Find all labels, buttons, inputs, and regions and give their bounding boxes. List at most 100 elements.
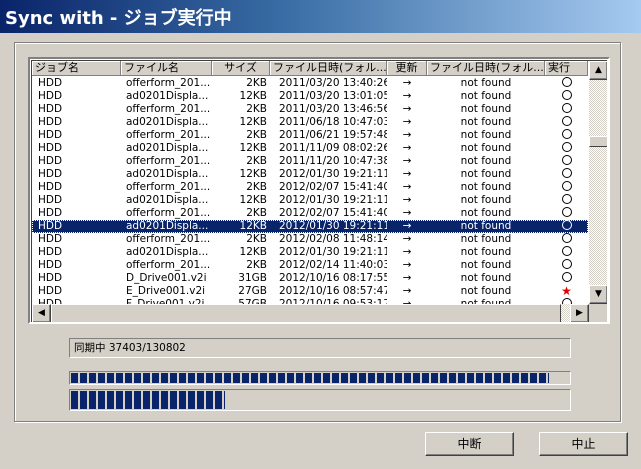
table-row[interactable]: HDD ad0201Displa... 12KB 2011/11/09 08:02:2… [32,142,588,155]
vertical-scroll-thumb[interactable] [589,136,607,147]
cell-size: 12KB [239,90,267,102]
table-row[interactable]: HDD offerform_201... 2KB 2012/02/07 15:41:4… [32,181,588,194]
table-row[interactable]: HDD D_Drive001.v2i 31GB 2012/10/16 08:17:55… [32,272,588,285]
title-bar: Sync with - ジョブ実行中 [0,0,641,33]
cell-file: D_Drive001.v2i [126,272,207,284]
column-header-run[interactable]: 実行 [545,61,588,76]
scroll-down-icon[interactable]: ▼ [589,285,607,304]
cell-run [545,129,588,142]
cell-file: offerform_201... [126,207,211,219]
overall-progress-bar [69,371,571,385]
cell-size: 2KB [246,77,267,89]
run-circle-icon [561,233,572,243]
cell-dest-date: not found [460,103,512,115]
list-header: ジョブ名 ファイル名 サイズ ファイル日時(フォル... 更新 ファイル日時(フ… [32,61,588,76]
column-header-source-date[interactable]: ファイル日時(フォル... [270,61,387,76]
run-circle-icon [561,116,572,126]
scroll-corner [589,304,607,322]
cell-file: offerform_201... [126,77,211,89]
current-progress-bar [69,389,571,411]
cell-job: HDD [38,129,63,141]
cell-run [545,90,588,103]
cell-source-date: 2011/03/20 13:01:05 [279,90,387,102]
column-header-file[interactable]: ファイル名 [121,61,212,76]
cell-run [545,77,588,90]
run-star-icon: ★ [561,285,572,298]
cell-file: ad0201Displa... [126,194,209,206]
column-header-job[interactable]: ジョブ名 [32,61,121,76]
table-row[interactable]: HDD ad0201Displa... 12KB 2012/01/30 19:21:1… [32,220,588,233]
cell-run [545,194,588,207]
cell-dest-date: not found [460,168,512,180]
cell-update: → [402,168,412,180]
cell-dest-date: not found [460,116,512,128]
column-header-dest-date[interactable]: ファイル日時(フォル... [427,61,545,76]
cell-job: HDD [38,142,63,154]
cell-size: 31GB [238,272,267,284]
cell-job: HDD [38,207,63,219]
run-circle-icon [561,155,572,165]
table-row[interactable]: HDD ad0201Displa... 12KB 2012/01/30 19:21:1… [32,168,588,181]
column-header-size[interactable]: サイズ [212,61,270,76]
horizontal-scrollbar[interactable]: ◀ ▶ [32,304,589,322]
cell-size: 2KB [246,233,267,245]
cell-run [545,259,588,272]
cell-job: HDD [38,233,63,245]
cell-dest-date: not found [460,233,512,245]
cell-dest-date: not found [460,181,512,193]
vertical-scrollbar[interactable]: ▲ ▼ [589,61,607,304]
table-row[interactable]: HDD ad0201Displa... 12KB 2012/01/30 19:21:1… [32,194,588,207]
cell-size: 12KB [239,220,267,232]
table-row[interactable]: HDD ad0201Displa... 12KB 2012/01/30 19:21:1… [32,246,588,259]
table-row[interactable]: HDD offerform_201... 2KB 2012/02/14 11:40:0… [32,259,588,272]
cell-source-date: 2011/03/20 13:46:56 [279,103,387,115]
cell-size: 2KB [246,259,267,271]
sync-status-text: 同期中 37403/130802 [69,338,571,358]
run-circle-icon [561,129,572,139]
job-file-list[interactable]: ジョブ名 ファイル名 サイズ ファイル日時(フォル... 更新 ファイル日時(フ… [28,57,610,324]
cell-dest-date: not found [460,155,512,167]
horizontal-scroll-thumb[interactable] [51,304,561,322]
window-title: Sync with - ジョブ実行中 [5,8,232,29]
cell-size: 12KB [239,142,267,154]
table-row[interactable]: HDD offerform_201... 2KB 2011/11/20 10:47:3… [32,155,588,168]
cell-file: ad0201Displa... [126,90,209,102]
cell-source-date: 2012/02/08 11:48:14 [279,233,387,245]
cell-dest-date: not found [460,77,512,89]
table-row[interactable]: HDD ad0201Displa... 12KB 2011/06/18 10:47:0… [32,116,588,129]
cell-source-date: 2012/02/07 15:41:40 [279,207,387,219]
cell-update: → [402,103,412,115]
table-row[interactable]: HDD offerform_201... 2KB 2011/03/20 13:40:2… [32,77,588,90]
cell-dest-date: not found [460,207,512,219]
pause-button[interactable]: 中断 [425,432,514,456]
cell-job: HDD [38,77,63,89]
cell-size: 2KB [246,181,267,193]
cell-update: → [402,233,412,245]
column-header-update[interactable]: 更新 [387,61,427,76]
table-row[interactable]: HDD offerform_201... 2KB 2011/06/21 19:57:4… [32,129,588,142]
cell-run [545,220,588,233]
overall-progress-fill [71,373,549,383]
table-row[interactable]: HDD offerform_201... 2KB 2012/02/07 15:41:4… [32,207,588,220]
cell-update: → [402,259,412,271]
run-circle-icon [561,90,572,100]
cell-run [545,233,588,246]
cell-size: 2KB [246,207,267,219]
cell-file: E_Drive001.v2i [126,285,206,297]
cell-file: ad0201Displa... [126,116,209,128]
table-row[interactable]: HDD offerform_201... 2KB 2012/02/08 11:48:1… [32,233,588,246]
table-row[interactable]: HDD ad0201Displa... 12KB 2011/03/20 13:01:0… [32,90,588,103]
cell-job: HDD [38,116,63,128]
cell-source-date: 2012/02/14 11:40:03 [279,259,387,271]
scroll-up-icon[interactable]: ▲ [589,61,607,80]
cell-run [545,116,588,129]
scroll-right-icon[interactable]: ▶ [570,304,589,322]
cell-dest-date: not found [460,90,512,102]
table-row[interactable]: HDD offerform_201... 2KB 2011/03/20 13:46:5… [32,103,588,116]
stop-button[interactable]: 中止 [539,432,628,456]
scroll-left-icon[interactable]: ◀ [32,304,51,322]
cell-source-date: 2012/01/30 19:21:11 [279,168,387,180]
table-row[interactable]: HDD E_Drive001.v2i 27GB 2012/10/16 08:57:47… [32,285,588,298]
run-circle-icon [561,103,572,113]
cell-job: HDD [38,285,63,297]
